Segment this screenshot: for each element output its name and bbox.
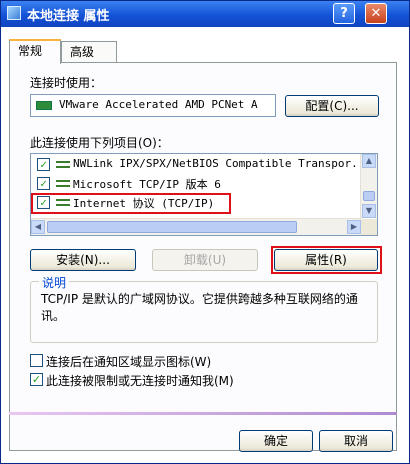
checkbox[interactable]: ✓ bbox=[37, 177, 50, 190]
vertical-scrollbar[interactable]: ▲ ▼ bbox=[360, 154, 377, 218]
network-adapter-icon bbox=[36, 101, 52, 110]
tab-advanced[interactable]: 高级 bbox=[61, 41, 117, 63]
help-button[interactable]: ? bbox=[333, 3, 355, 24]
show-icon-label[interactable]: 连接后在通知区域显示图标(W) bbox=[46, 353, 211, 370]
network-connection-icon bbox=[7, 6, 21, 20]
scroll-up-arrow-icon[interactable]: ▲ bbox=[362, 154, 376, 168]
protocol-icon bbox=[56, 180, 70, 187]
list-item-label: NWLink IPX/SPX/NetBIOS Compatible Transp… bbox=[73, 157, 358, 170]
show-icon-checkbox[interactable] bbox=[30, 354, 43, 367]
properties-highlight-box bbox=[271, 246, 382, 274]
adapter-field: VMware Accelerated AMD PCNet A bbox=[30, 94, 276, 117]
protocol-icon bbox=[56, 161, 70, 168]
horizontal-scrollbar[interactable]: ◀ ▶ bbox=[31, 218, 362, 235]
adapter-name: VMware Accelerated AMD PCNet A bbox=[59, 98, 258, 111]
ok-button[interactable]: 确定 bbox=[239, 430, 313, 452]
cancel-button[interactable]: 取消 bbox=[319, 430, 393, 452]
scroll-left-arrow-icon[interactable]: ◀ bbox=[31, 220, 45, 234]
footer-divider bbox=[9, 412, 397, 415]
list-item-label: Microsoft TCP/IP 版本 6 bbox=[73, 178, 221, 191]
close-button[interactable]: ✕ bbox=[365, 3, 387, 24]
window-title: 本地连接 属性 bbox=[27, 9, 110, 24]
scroll-down-arrow-icon[interactable]: ▼ bbox=[362, 204, 376, 218]
vertical-scroll-thumb[interactable] bbox=[363, 191, 375, 201]
tcpip-highlight-box bbox=[31, 193, 231, 214]
title-bar[interactable]: 本地连接 属性 ? ✕ bbox=[1, 1, 409, 27]
components-label: 此连接使用下列项目(O)： bbox=[30, 136, 169, 150]
uninstall-button: 卸载(U) bbox=[152, 249, 258, 271]
tab-general[interactable]: 常规 bbox=[9, 39, 61, 64]
notify-checkbox[interactable]: ✓ bbox=[30, 373, 43, 386]
description-title: 说明 bbox=[39, 274, 70, 291]
install-button[interactable]: 安装(N)... bbox=[30, 249, 136, 271]
connect-using-label: 连接时使用： bbox=[30, 76, 103, 90]
description-text: TCP/IP 是默认的广域网协议。它提供跨越多种互联网络的通讯。 bbox=[41, 292, 358, 323]
configure-button[interactable]: 配置(C)... bbox=[285, 95, 379, 117]
checkbox[interactable]: ✓ bbox=[37, 158, 50, 171]
properties-dialog: 本地连接 属性 ? ✕ 常规 高级 连接时使用： VMware Accelera… bbox=[0, 0, 410, 464]
horizontal-scroll-thumb[interactable] bbox=[47, 221, 297, 233]
scroll-corner bbox=[361, 219, 377, 235]
notify-label[interactable]: 此连接被限制或无连接时通知我(M) bbox=[46, 372, 234, 389]
scroll-right-arrow-icon[interactable]: ▶ bbox=[347, 220, 361, 234]
